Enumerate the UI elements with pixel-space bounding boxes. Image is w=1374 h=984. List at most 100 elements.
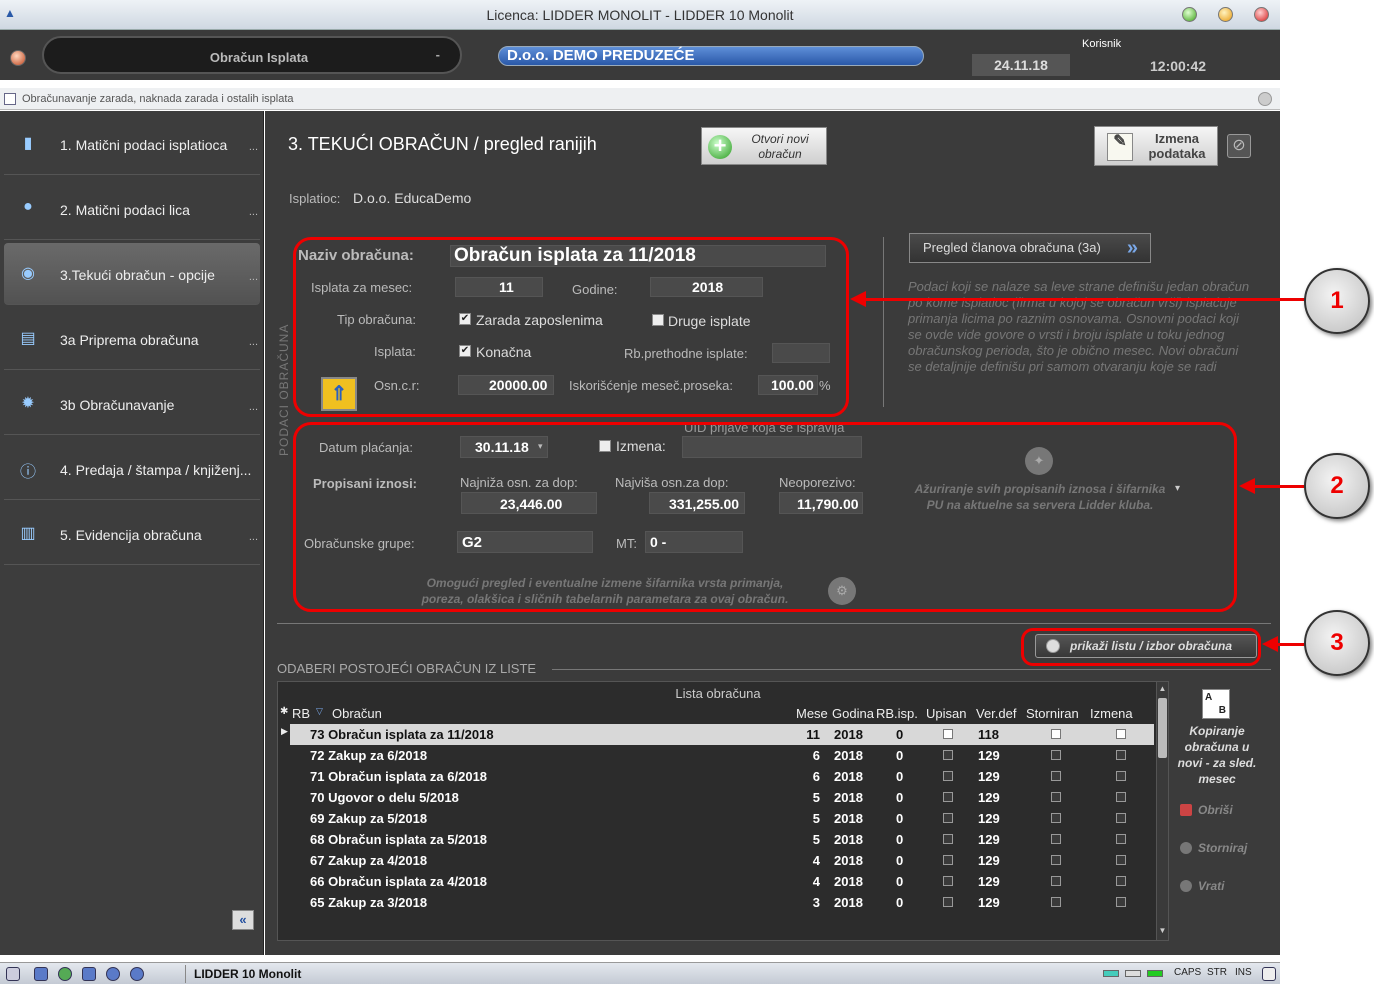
row-godina: 2018 [834, 748, 863, 763]
module-selector[interactable]: Obračun Isplata - [42, 36, 462, 74]
row-izmena-checkbox[interactable] [1116, 834, 1126, 844]
row-storniran-checkbox[interactable] [1051, 729, 1061, 739]
row-mesec: 6 [812, 748, 820, 763]
column-verdef[interactable]: Ver.def [976, 706, 1016, 721]
delete-icon [1180, 804, 1192, 816]
scroll-up-icon[interactable]: ▲ [1158, 684, 1167, 696]
horizontal-divider [277, 623, 1271, 624]
row-storniran-checkbox[interactable] [1051, 855, 1061, 865]
row-rbisp: 0 [896, 790, 904, 805]
scroll-down-icon[interactable]: ▼ [1158, 926, 1167, 938]
table-row[interactable]: 66 Obračun isplata za 4/2018 4 2018 0 129 [290, 871, 1154, 892]
minimize-button[interactable] [1218, 7, 1233, 22]
column-rb[interactable]: RB [292, 706, 310, 721]
table-row[interactable]: 70 Ugovor o delu 5/2018 5 2018 0 129 [290, 787, 1154, 808]
sidebar-item-label: 3a Priprema obračuna [60, 332, 199, 348]
sidebar-item-label: 5. Evidencija obračuna [60, 527, 202, 543]
company-name[interactable]: D.o.o. DEMO PREDUZEĆE [498, 46, 924, 66]
row-mesec: 11 [806, 727, 820, 742]
table-row[interactable]: 72 Zakup za 6/2018 6 2018 0 129 [290, 745, 1154, 766]
row-izmena-checkbox[interactable] [1116, 729, 1126, 739]
column-obracun[interactable]: Obračun [332, 706, 382, 721]
table-row[interactable]: 67 Zakup za 4/2018 4 2018 0 129 [290, 850, 1154, 871]
row-upisan-checkbox[interactable] [943, 729, 953, 739]
copy-to-next-month-button[interactable]: Kopiranje obračuna u novi - za sled. mes… [1172, 723, 1262, 787]
row-izmena-checkbox[interactable] [1116, 771, 1126, 781]
sidebar-item-maticni-lica[interactable]: ● 2. Matični podaci lica ... [4, 178, 260, 240]
column-upisan[interactable]: Upisan [926, 706, 966, 721]
column-izmena[interactable]: Izmena [1090, 706, 1133, 721]
row-upisan-checkbox[interactable] [943, 750, 953, 760]
row-izmena-checkbox[interactable] [1116, 897, 1126, 907]
row-izmena-checkbox[interactable] [1116, 813, 1126, 823]
sidebar-item-priprema[interactable]: ▤ 3a Priprema obračuna ... [4, 308, 260, 370]
row-izmena-checkbox[interactable] [1116, 750, 1126, 760]
row-mesec: 6 [812, 769, 820, 784]
row-mesec: 5 [812, 811, 820, 826]
edit-data-button[interactable]: ✎ Izmena podataka [1094, 126, 1218, 166]
column-godina[interactable]: Godina [832, 706, 874, 721]
row-storniran-checkbox[interactable] [1051, 876, 1061, 886]
row-izmena-checkbox[interactable] [1116, 855, 1126, 865]
sidebar-item-label: 1. Matični podaci isplatioca [60, 137, 228, 153]
row-rbisp: 0 [896, 895, 904, 910]
table-row[interactable]: 65 Zakup za 3/2018 3 2018 0 129 [290, 892, 1154, 913]
row-storniran-checkbox[interactable] [1051, 792, 1061, 802]
globe-icon[interactable] [58, 967, 72, 981]
row-upisan-checkbox[interactable] [943, 792, 953, 802]
maximize-button[interactable] [1182, 7, 1197, 22]
shield-icon[interactable] [106, 967, 120, 981]
column-mesec[interactable]: Mese [796, 706, 830, 721]
row-storniran-checkbox[interactable] [1051, 813, 1061, 823]
sidebar-item-dots: ... [248, 271, 258, 283]
column-storniran[interactable]: Storniran [1026, 706, 1079, 721]
copy-ab-icon[interactable]: AB [1202, 689, 1230, 719]
start-icon[interactable] [6, 967, 20, 981]
row-storniran-checkbox[interactable] [1051, 897, 1061, 907]
strip-close-icon[interactable] [1258, 92, 1272, 106]
window-icon[interactable] [34, 967, 48, 981]
table-row[interactable]: 71 Obračun isplata za 6/2018 6 2018 0 129 [290, 766, 1154, 787]
row-upisan-checkbox[interactable] [943, 897, 953, 907]
row-rbisp: 0 [896, 811, 904, 826]
row-upisan-checkbox[interactable] [943, 876, 953, 886]
keyboard-icon[interactable] [1262, 967, 1276, 981]
sidebar-item-maticni-isplatioca[interactable]: ▮ 1. Matični podaci isplatioca ... [4, 113, 260, 175]
user-icon[interactable] [82, 967, 96, 981]
row-upisan-checkbox[interactable] [943, 771, 953, 781]
row-rbisp: 0 [896, 874, 904, 889]
person-icon: ● [23, 198, 33, 215]
scroll-thumb[interactable] [1158, 698, 1167, 758]
row-godina: 2018 [834, 832, 863, 847]
row-godina: 2018 [834, 895, 863, 910]
table-row[interactable]: 73 Obračun isplata za 11/2018 11 2018 0 118 [290, 724, 1154, 745]
info-icon[interactable] [130, 967, 144, 981]
row-upisan-checkbox[interactable] [943, 834, 953, 844]
restore-button[interactable]: Vrati [1180, 879, 1224, 893]
row-storniran-checkbox[interactable] [1051, 750, 1061, 760]
sidebar-item-tekuci-obracun[interactable]: ◉ 3.Tekući obračun - opcije ... [4, 243, 260, 305]
close-button[interactable] [1254, 7, 1269, 22]
storno-button[interactable]: Storniraj [1180, 841, 1247, 855]
sidebar-item-evidencija[interactable]: ▥ 5. Evidencija obračuna ... [4, 503, 260, 565]
sidebar-item-obracunavanje[interactable]: ✹ 3b Obračunavanje ... [4, 373, 260, 435]
table-row[interactable]: 69 Zakup za 5/2018 5 2018 0 129 [290, 808, 1154, 829]
exit-icon[interactable] [10, 50, 26, 66]
collapse-sidebar-button[interactable]: « [232, 910, 254, 930]
table-row[interactable]: 68 Obračun isplata za 5/2018 5 2018 0 129 [290, 829, 1154, 850]
row-storniran-checkbox[interactable] [1051, 771, 1061, 781]
view-members-button[interactable]: Pregled članova obračuna (3a) » [909, 233, 1151, 263]
delete-button[interactable]: Obriši [1180, 803, 1233, 817]
row-storniran-checkbox[interactable] [1051, 834, 1061, 844]
sidebar-item-predaja[interactable]: ⓘ 4. Predaja / štampa / knjiženj... [4, 438, 260, 500]
row-izmena-checkbox[interactable] [1116, 876, 1126, 886]
taskbar-app-label[interactable]: LIDDER 10 Monolit [194, 967, 301, 981]
column-rbisp[interactable]: RB.isp. [876, 706, 918, 721]
row-izmena-checkbox[interactable] [1116, 792, 1126, 802]
cancel-icon[interactable]: ⊘ [1227, 134, 1251, 158]
list-scrollbar[interactable]: ▲ ▼ [1156, 682, 1168, 940]
row-verdef: 129 [978, 811, 1000, 826]
row-upisan-checkbox[interactable] [943, 813, 953, 823]
open-new-calculation-button[interactable]: + Otvori novi obračun [701, 127, 827, 165]
row-upisan-checkbox[interactable] [943, 855, 953, 865]
